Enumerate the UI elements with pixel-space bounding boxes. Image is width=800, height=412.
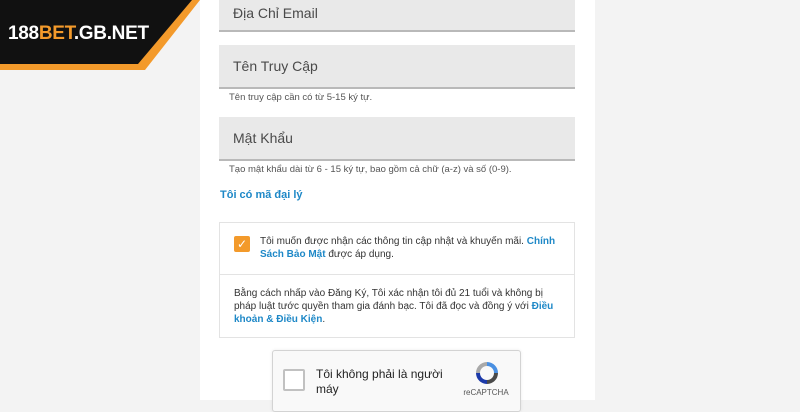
brand-prefix: 188 <box>8 23 39 44</box>
username-field-wrapper <box>219 45 575 89</box>
recaptcha-label: Tôi không phải là người máy <box>316 367 443 396</box>
consent-text-before: Tôi muốn được nhận các thông tin cập nhậ… <box>260 236 524 247</box>
agent-code-link[interactable]: Tôi có mã đại lý <box>220 189 303 201</box>
newsletter-consent-row: ✓ Tôi muốn được nhận các thông tin cập n… <box>220 223 574 275</box>
newsletter-checkbox[interactable]: ✓ <box>234 236 250 252</box>
terms-statement: Bằng cách nhấp vào Đăng Ký, Tôi xác nhận… <box>234 287 564 326</box>
brand-highlight: BET <box>38 23 74 44</box>
brand-suffix: .GB.NET <box>73 23 149 44</box>
terms-text-after: . <box>322 314 326 325</box>
brand-logo-text: 188BET.GB.NET <box>8 23 149 45</box>
username-field[interactable] <box>219 45 575 87</box>
password-hint: Tạo mật khẩu dài từ 6 - 15 ký tự, bao gồ… <box>229 164 512 175</box>
consent-text-after: được áp dụng. <box>328 249 394 260</box>
email-field-wrapper <box>219 0 575 32</box>
brand-badge: 188BET.GB.NET <box>0 0 200 70</box>
recaptcha-checkbox[interactable] <box>283 369 305 391</box>
username-hint: Tên truy cập cần có từ 5-15 ký tự. <box>229 92 373 103</box>
recaptcha-logo-icon <box>476 362 498 384</box>
consent-box: ✓ Tôi muốn được nhận các thông tin cập n… <box>219 222 575 338</box>
recaptcha-brand: reCAPTCHA <box>463 388 509 397</box>
recaptcha-widget: Tôi không phải là người máy reCAPTCHA <box>272 350 521 412</box>
newsletter-consent-text: Tôi muốn được nhận các thông tin cập nhậ… <box>260 235 560 261</box>
email-field[interactable] <box>219 0 575 30</box>
password-field-wrapper <box>219 117 575 161</box>
password-field[interactable] <box>219 117 575 159</box>
terms-text-before: Bằng cách nhấp vào Đăng Ký, Tôi xác nhận… <box>234 288 543 312</box>
checkmark-icon: ✓ <box>236 237 248 251</box>
